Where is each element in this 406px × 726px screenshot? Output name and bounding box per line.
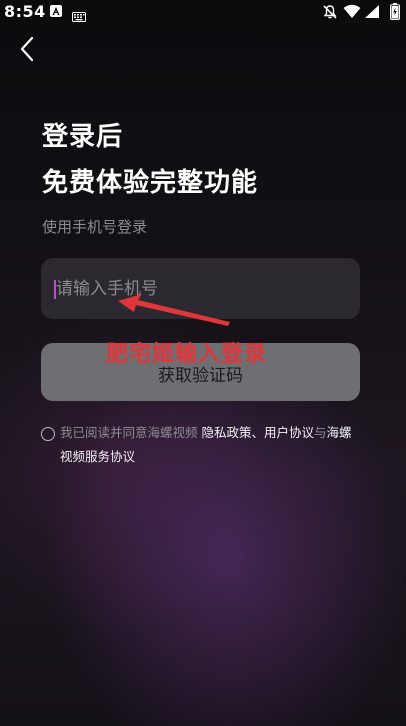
wifi-icon bbox=[343, 4, 361, 23]
service-agreement-link-part2[interactable]: 视频服务协议 bbox=[60, 449, 135, 464]
agreement-separator-1: 、 bbox=[251, 425, 265, 440]
keyboard-icon bbox=[72, 7, 86, 26]
service-agreement-link-part1[interactable]: 海螺 bbox=[327, 425, 352, 440]
agree-checkbox[interactable] bbox=[41, 427, 55, 441]
headline-line-1: 登录后 bbox=[42, 122, 124, 152]
signal-icon bbox=[364, 4, 380, 23]
agreement-separator-2: 与 bbox=[314, 425, 327, 440]
agreement-text: 我已阅读并同意海螺视频 隐私政策、用户协议与海螺视频服务协议 bbox=[60, 421, 360, 469]
text-caret bbox=[54, 280, 56, 299]
get-code-button[interactable] bbox=[41, 343, 360, 401]
bell-muted-icon bbox=[322, 4, 338, 24]
status-bar: 8:54 bbox=[0, 0, 406, 24]
privacy-policy-link[interactable]: 隐私政策 bbox=[201, 425, 251, 440]
headline-line-2: 免费体验完整功能 bbox=[42, 168, 259, 198]
a-notification-icon bbox=[50, 5, 62, 17]
agreement-prefix: 我已阅读并同意海螺视频 bbox=[60, 425, 202, 440]
battery-icon bbox=[390, 3, 400, 24]
back-button[interactable] bbox=[12, 34, 42, 64]
subtitle: 使用手机号登录 bbox=[42, 218, 148, 236]
status-time: 8:54 bbox=[4, 2, 46, 21]
user-agreement-link[interactable]: 用户协议 bbox=[264, 425, 314, 440]
chevron-left-icon bbox=[20, 36, 34, 62]
phone-input[interactable] bbox=[56, 276, 346, 302]
